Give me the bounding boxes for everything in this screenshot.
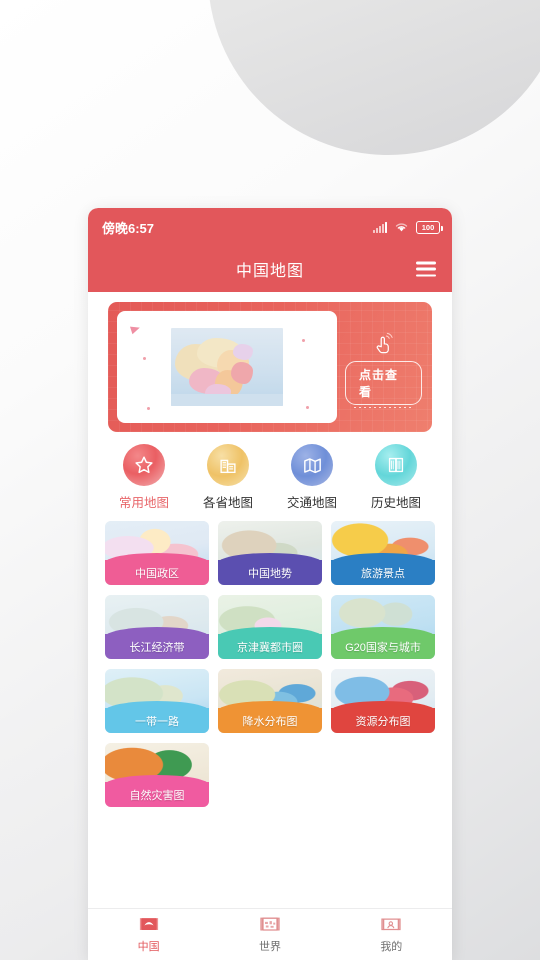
tab-label: 我的 <box>380 941 403 953</box>
map-card[interactable]: 中国政区 <box>105 521 209 585</box>
map-card-band: 旅游景点 <box>331 553 435 585</box>
wifi-icon <box>395 223 408 232</box>
tap-hand-icon <box>376 332 393 353</box>
map-grid: 中国政区 中国地势 旅游景点 长江经济带 京津冀都市圈 G20国家与城市 一带一… <box>105 521 435 807</box>
map-card[interactable]: 长江经济带 <box>105 595 209 659</box>
tab-profile[interactable]: 我的 <box>331 915 452 954</box>
map-card-label: 自然灾害图 <box>129 789 185 802</box>
banner-map-card[interactable] <box>117 311 337 423</box>
category-label: 常用地图 <box>118 496 169 510</box>
category-label: 各省地图 <box>202 496 253 510</box>
map-card[interactable]: 旅游景点 <box>331 521 435 585</box>
map-card-label: 资源分布图 <box>355 715 411 728</box>
backdrop-circle-decoration <box>208 0 540 155</box>
page-title: 中国地图 <box>235 263 304 280</box>
status-bar: 傍晚6:57 100 <box>88 208 452 246</box>
map-card-band: 中国地势 <box>218 553 322 585</box>
star-icon <box>123 444 165 486</box>
building-icon <box>207 444 249 486</box>
status-bar-indicators: 100 <box>373 220 443 234</box>
hero-banner[interactable]: 点击查看 <box>108 302 432 432</box>
map-card-label: 旅游景点 <box>361 567 405 580</box>
battery-icon: 100 <box>416 220 443 234</box>
category-item-common-maps[interactable]: 常用地图 <box>102 444 186 511</box>
map-card[interactable]: 降水分布图 <box>218 669 322 733</box>
map-card[interactable]: G20国家与城市 <box>331 595 435 659</box>
main-content: 点击查看 常用地图 各省地图 交通地图 历史地图 中国政区 中国地势 旅游景点 … <box>88 292 452 926</box>
map-card-label: 降水分布图 <box>242 715 298 728</box>
banner-cta[interactable]: 点击查看 <box>345 330 422 408</box>
map-card-label: 一带一路 <box>135 715 179 728</box>
signal-bars-icon <box>373 221 387 233</box>
map-card[interactable]: 京津冀都市圈 <box>218 595 322 659</box>
category-label: 交通地图 <box>286 496 337 510</box>
map-card-band: 中国政区 <box>105 553 209 585</box>
phone-screen: 傍晚6:57 100 中国地图 点击查看 常用地图 各省地图 交通地图 历史地图… <box>88 208 452 960</box>
category-item-province-maps[interactable]: 各省地图 <box>186 444 270 511</box>
map-card[interactable]: 中国地势 <box>218 521 322 585</box>
china-map-scroll-icon <box>139 918 158 930</box>
world-map-scroll-icon <box>260 917 280 931</box>
view-map-button[interactable]: 点击查看 <box>345 360 422 408</box>
tab-label: 中国 <box>137 941 160 953</box>
battery-level: 100 <box>421 222 435 232</box>
map-card[interactable]: 资源分布图 <box>331 669 435 733</box>
category-label: 历史地图 <box>370 496 421 510</box>
profile-card-icon <box>381 918 401 931</box>
map-card-band: 长江经济带 <box>105 627 209 659</box>
map-card-label: 中国政区 <box>135 567 179 580</box>
category-item-traffic-maps[interactable]: 交通地图 <box>270 444 354 511</box>
map-card-band: 京津冀都市圈 <box>218 627 322 659</box>
bottom-tab-bar: 中国 世界 我的 <box>88 908 452 960</box>
book-icon <box>375 444 417 486</box>
china-map-thumbnail <box>171 328 283 406</box>
app-header: 中国地图 <box>88 246 452 292</box>
map-card-band: 自然灾害图 <box>105 775 209 807</box>
map-card-label: 中国地势 <box>248 567 292 580</box>
map-card-label: 京津冀都市圈 <box>237 641 303 654</box>
map-card-label: G20国家与城市 <box>345 641 421 654</box>
map-card-band: 一带一路 <box>105 701 209 733</box>
category-nav: 常用地图 各省地图 交通地图 历史地图 <box>102 444 438 511</box>
category-item-history-maps[interactable]: 历史地图 <box>354 444 438 511</box>
tab-china[interactable]: 中国 <box>88 915 209 954</box>
tab-label: 世界 <box>258 941 281 953</box>
map-card[interactable]: 自然灾害图 <box>105 743 209 807</box>
map-card-band: 降水分布图 <box>218 701 322 733</box>
open-map-icon <box>291 444 333 486</box>
map-card-label: 长江经济带 <box>129 641 185 654</box>
map-card[interactable]: 一带一路 <box>105 669 209 733</box>
map-card-band: G20国家与城市 <box>331 627 435 659</box>
hamburger-menu-icon[interactable] <box>416 261 436 277</box>
tab-world[interactable]: 世界 <box>209 915 330 954</box>
paper-plane-icon <box>129 323 142 335</box>
map-card-band: 资源分布图 <box>331 701 435 733</box>
status-bar-time: 傍晚6:57 <box>102 220 155 236</box>
